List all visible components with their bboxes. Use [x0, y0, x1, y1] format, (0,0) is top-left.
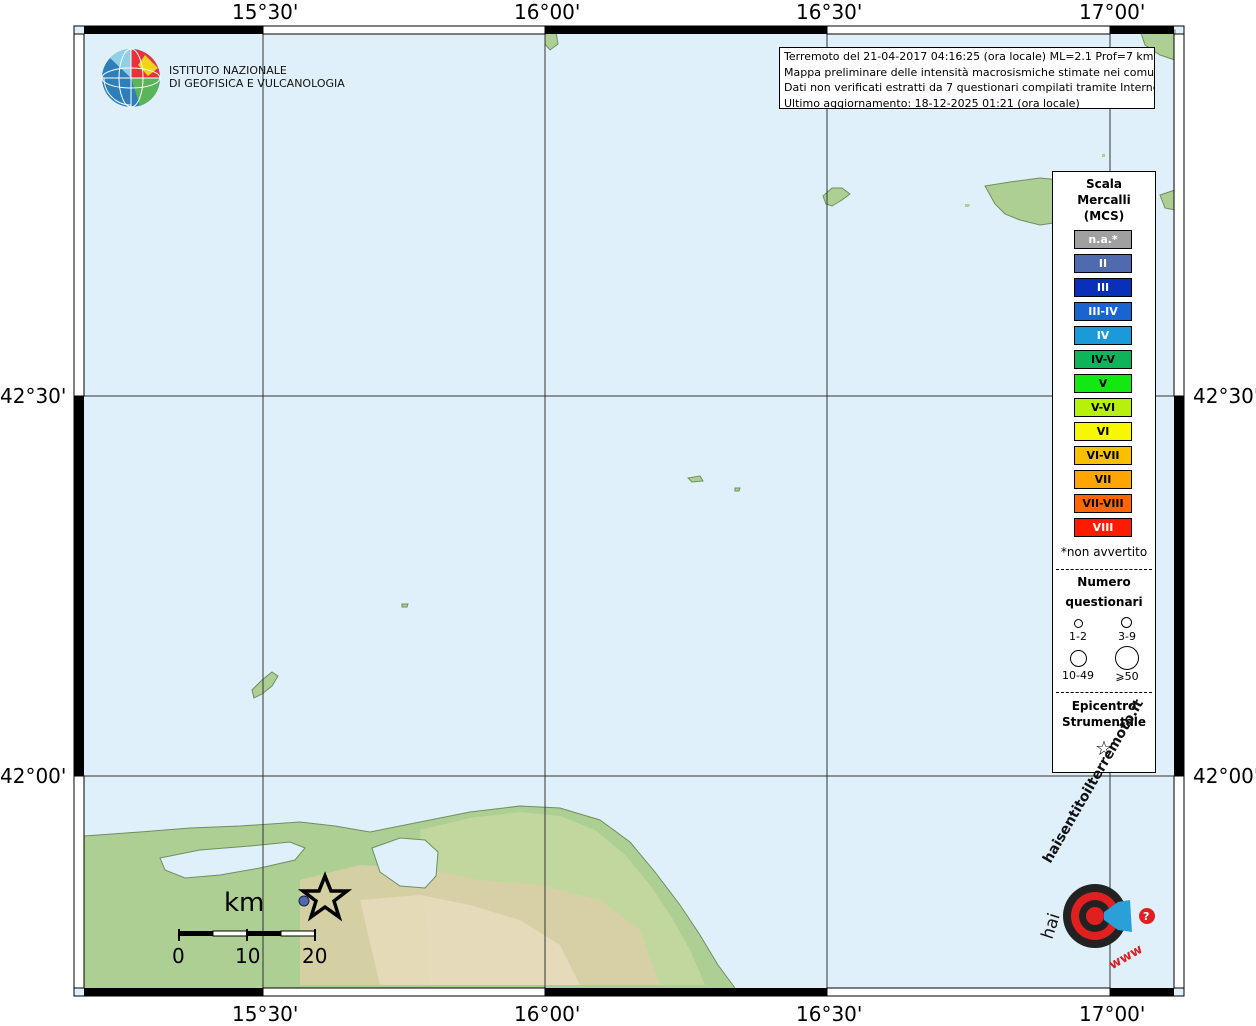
q-circle-medium — [1121, 617, 1132, 628]
questionnaires-title: Numero questionari — [1053, 572, 1155, 612]
scale-unit: km — [224, 888, 265, 918]
event-info-box: Terremoto del 21-04-2017 04:16:25 (ora l… — [779, 47, 1155, 109]
legend-title-line-2: Mercalli — [1077, 193, 1131, 207]
left-lat-label-2: 42°00' — [0, 764, 67, 788]
scale-tick-20: 20 — [302, 944, 328, 968]
right-lat-label-2: 42°00' — [1193, 764, 1256, 788]
q-circle-xlarge — [1115, 646, 1139, 670]
not-felt-note: *non avvertito — [1060, 545, 1148, 559]
legend-divider-2 — [1056, 692, 1152, 693]
left-lat-label-1: 42°30' — [0, 384, 67, 408]
q-label-2: 3-9 — [1118, 630, 1136, 643]
q-circle-small — [1074, 619, 1083, 628]
legend-title-line-1: Scala — [1085, 177, 1123, 191]
legend-item-10: VII — [1074, 470, 1132, 489]
legend-title-line-3: (MCS) — [1083, 209, 1125, 223]
legend-title: Scala Mercalli (MCS) — [1053, 176, 1155, 224]
info-line-2: Mappa preliminare delle intensità macros… — [784, 65, 1155, 79]
info-line-3: Dati non verificati estratti da 7 questi… — [784, 81, 1155, 94]
ingv-logo-text: ISTITUTO NAZIONALE DI GEOFISICA E VULCAN… — [169, 64, 345, 90]
info-line-1: Terremoto del 21-04-2017 04:16:25 (ora l… — [784, 50, 1154, 63]
legend-item-1: II — [1074, 254, 1132, 273]
legend-item-3: III-IV — [1074, 302, 1132, 321]
scale-tick-10: 10 — [235, 944, 261, 968]
questionnaires-title-line-2: questionari — [1065, 595, 1143, 609]
q-label-4: ⩾50 — [1115, 670, 1139, 683]
bottom-lon-label-1: 15°30' — [232, 1002, 299, 1026]
legend-item-7: V-VI — [1074, 398, 1132, 417]
bottom-lon-label-3: 16°30' — [796, 1002, 863, 1026]
q-circle-large — [1070, 650, 1087, 667]
q-label-1: 1-2 — [1069, 630, 1087, 643]
legend-item-0: n.a.* — [1074, 230, 1132, 249]
legend-item-5: IV-V — [1074, 350, 1132, 369]
scale-tick-0: 0 — [172, 944, 185, 968]
legend-divider-1 — [1056, 569, 1152, 570]
logo-line-1: ISTITUTO NAZIONALE — [169, 64, 287, 77]
right-lat-label-1: 42°30' — [1193, 384, 1256, 408]
observation-point — [298, 895, 310, 907]
legend-item-6: V — [1074, 374, 1132, 393]
top-lon-label-4: 17°00' — [1079, 0, 1146, 24]
mcs-legend: Scala Mercalli (MCS) n.a.* II III III-IV IV I… — [1052, 171, 1156, 773]
q-label-3: 10-49 — [1062, 669, 1094, 682]
svg-text:?: ? — [1143, 910, 1149, 923]
legend-item-2: III — [1074, 278, 1132, 297]
legend-item-12: VIII — [1074, 518, 1132, 537]
logo-line-2: DI GEOFISICA E VULCANOLOGIA — [169, 77, 345, 90]
legend-item-11: VII-VIII — [1074, 494, 1132, 513]
top-lon-label-2: 16°00' — [514, 0, 581, 24]
bottom-lon-label-2: 16°00' — [514, 1002, 581, 1026]
legend-item-9: VI-VII — [1074, 446, 1132, 465]
top-lon-label-3: 16°30' — [796, 0, 863, 24]
legend-item-8: VI — [1074, 422, 1132, 441]
ingv-globe-icon — [101, 48, 161, 108]
top-lon-label-1: 15°30' — [232, 0, 299, 24]
info-line-4: Ultimo aggiornamento: 18-12-2025 01:21 (… — [784, 96, 1080, 109]
legend-item-4: IV — [1074, 326, 1132, 345]
questionnaires-title-line-1: Numero — [1077, 575, 1131, 589]
bottom-lon-label-4: 17°00' — [1079, 1002, 1146, 1026]
